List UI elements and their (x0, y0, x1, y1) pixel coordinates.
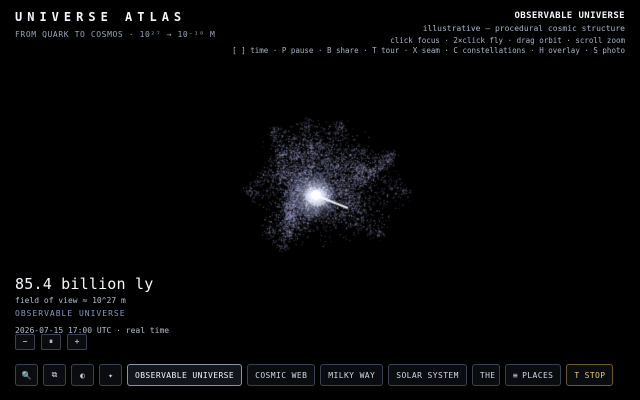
brand: UNIVERSE ATLAS FROM QUARK TO COSMOS · 10… (15, 10, 215, 39)
level-milky-way[interactable]: MILKY WAY (320, 364, 384, 386)
tour-key: T (574, 370, 580, 380)
tour-stop-button[interactable]: T STOP (566, 364, 614, 386)
contrast-icon: ◐ (80, 370, 85, 380)
field-of-view: field of view ≈ 10^27 m (15, 296, 126, 305)
level-observable-universe[interactable]: OBSERVABLE UNIVERSE (127, 364, 243, 386)
level-cosmic-web[interactable]: COSMIC WEB (247, 364, 316, 386)
info-title: OBSERVABLE UNIVERSE (514, 11, 625, 21)
scale-readout: 85.4 billion ly field of view ≈ 10^27 m … (15, 275, 169, 335)
contrast-button[interactable]: ◐ (71, 364, 94, 386)
level-next[interactable]: THE (471, 364, 500, 386)
scale-level-name: OBSERVABLE UNIVERSE (15, 309, 126, 318)
cosmic-structure-view[interactable] (0, 0, 640, 400)
sparkle-icon: ✦ (108, 370, 113, 380)
search-button[interactable]: 🔍 (15, 364, 38, 386)
sparkle-button[interactable]: ✦ (99, 364, 122, 386)
shortcuts-hint: [ ] time · P pause · B share · T tour · … (232, 46, 625, 55)
controls-hint: click focus · 2×click fly · drag orbit ·… (390, 36, 625, 45)
level-solar-system[interactable]: SOLAR SYSTEM (388, 364, 467, 386)
copy-button[interactable]: ⧉ (43, 364, 66, 386)
copy-icon: ⧉ (51, 370, 58, 379)
tour-stop-label: STOP (584, 370, 606, 380)
search-icon: 🔍 (21, 370, 32, 380)
menu-icon: ≡ (512, 370, 519, 380)
info-panel: OBSERVABLE UNIVERSE illustrative — proce… (232, 11, 625, 55)
info-description: illustrative — procedural cosmic structu… (422, 24, 625, 33)
app-title: UNIVERSE ATLAS (15, 10, 187, 24)
scale-distance: 85.4 billion ly (15, 275, 154, 293)
pause-button[interactable]: ⏸ (41, 334, 61, 350)
time-slower-button[interactable]: − (15, 334, 35, 350)
app-subtitle: FROM QUARK TO COSMOS · 10²⁷ → 10⁻¹⁸ M (15, 30, 216, 39)
bottom-toolbar: 🔍 ⧉ ◐ ✦ OBSERVABLE UNIVERSE COSMIC WEB M… (15, 364, 614, 386)
time-faster-button[interactable]: + (67, 334, 87, 350)
places-label: PLACES (522, 370, 554, 380)
places-button[interactable]: ≡ PLACES (504, 364, 562, 386)
time-controls: − ⏸ + (15, 334, 87, 350)
